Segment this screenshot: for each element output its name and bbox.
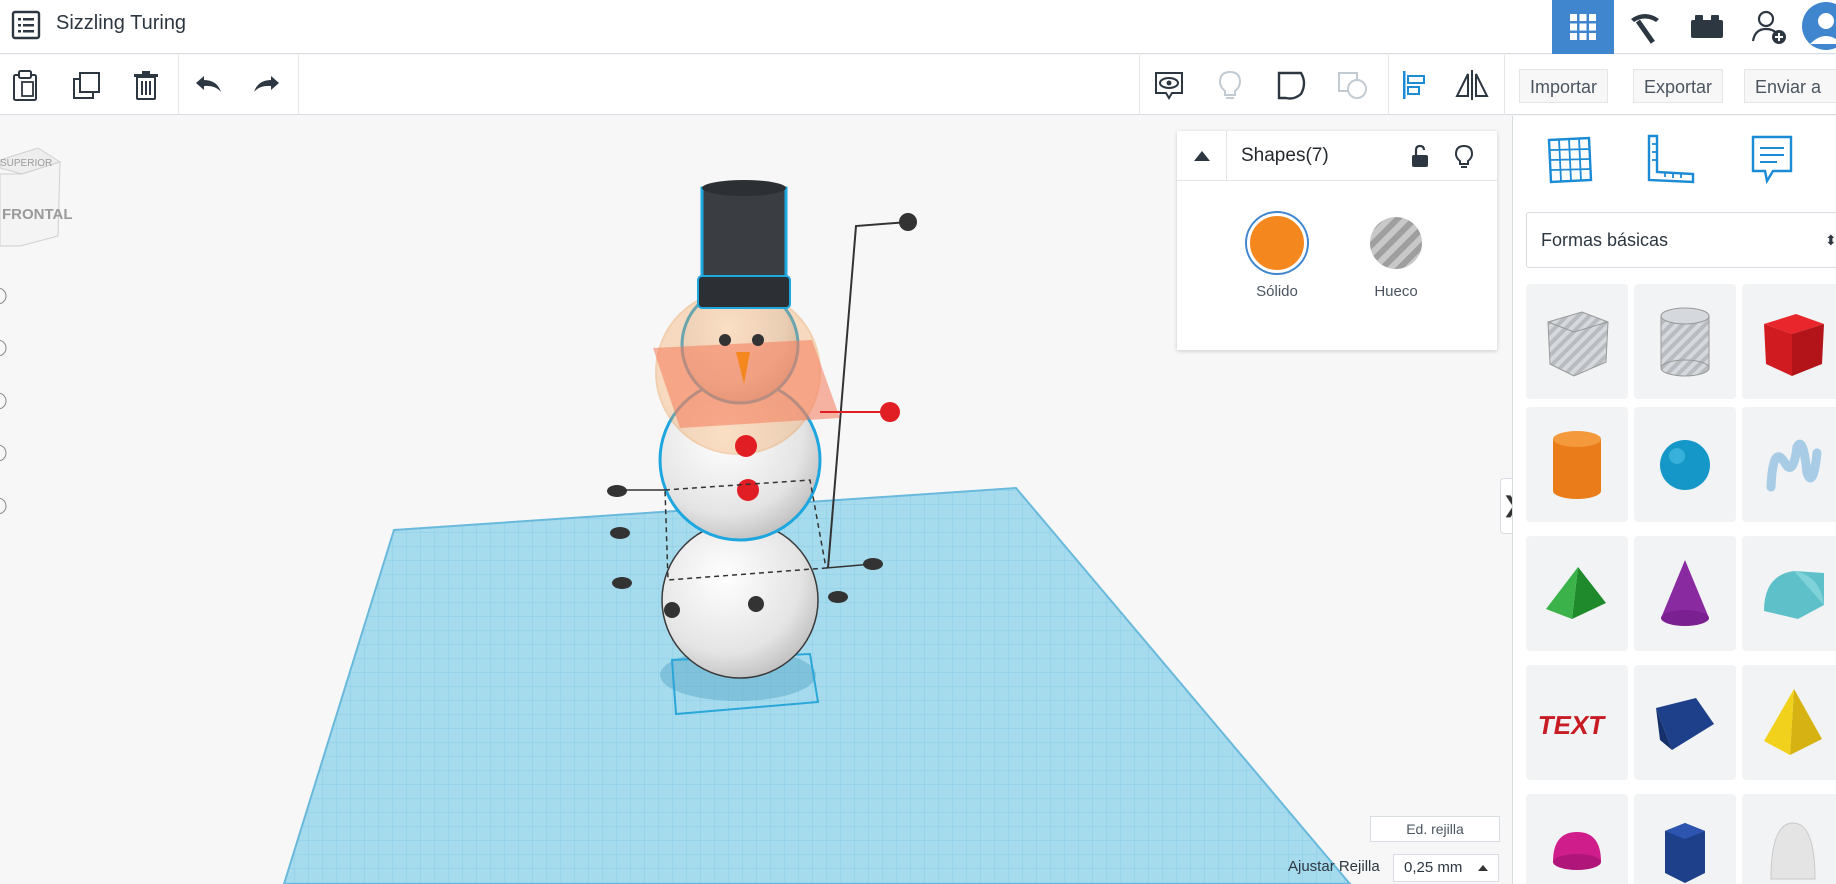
unlock-icon[interactable]: [1409, 144, 1431, 173]
inspector-header: Shapes(7): [1177, 131, 1497, 181]
red-button-top[interactable]: [735, 435, 757, 457]
zoom-out-icon[interactable]: [0, 444, 7, 462]
scale-handle[interactable]: [607, 485, 627, 497]
select-arrows-icon: ⬍: [1825, 232, 1836, 248]
top-hat-brim[interactable]: [697, 275, 791, 309]
shape-tile-cone[interactable]: [1634, 536, 1736, 651]
left-eye[interactable]: [719, 334, 731, 346]
shape-tile-cylinder-hole[interactable]: [1634, 284, 1736, 399]
top-right-actions: [1552, 0, 1836, 54]
pickaxe-icon[interactable]: [1614, 0, 1676, 54]
hole-label: Hueco: [1374, 283, 1418, 300]
toolbar-divider: [1504, 55, 1505, 115]
shape-inspector: Shapes(7) Sólido Hueco: [1177, 131, 1497, 350]
height-handle[interactable]: [880, 402, 900, 422]
shape-tile-scribble[interactable]: [1742, 407, 1836, 522]
delete-icon[interactable]: [126, 65, 166, 105]
shape-tile-box-hole[interactable]: [1526, 284, 1628, 399]
design-title[interactable]: Sizzling Turing: [56, 12, 186, 35]
coal-right[interactable]: [748, 596, 764, 612]
shape-tile-round-roof[interactable]: [1742, 536, 1836, 651]
snap-grid-select[interactable]: 0,25 mm: [1393, 854, 1499, 882]
right-eye[interactable]: [752, 334, 764, 346]
menu-list-icon[interactable]: [10, 9, 42, 41]
shape-tile-box[interactable]: [1742, 284, 1836, 399]
group-shape-icon[interactable]: [1272, 65, 1312, 105]
align-icon[interactable]: [1394, 65, 1434, 105]
edit-grid-button[interactable]: Ed. rejilla: [1370, 816, 1500, 842]
bricks-icon[interactable]: [1676, 0, 1738, 54]
workplane-tool-icon[interactable]: [1540, 130, 1600, 190]
snap-grid-label: Ajustar Rejilla: [1288, 858, 1380, 875]
toolbar-divider: [178, 55, 179, 115]
scale-handle[interactable]: [828, 591, 848, 603]
collapse-inspector-icon[interactable]: [1177, 131, 1227, 181]
svg-text:TEXT: TEXT: [1539, 710, 1607, 740]
shape-category-value: Formas básicas: [1541, 230, 1669, 250]
send-to-button[interactable]: Enviar a: [1744, 69, 1836, 103]
shape-tile-polygon[interactable]: [1634, 794, 1736, 884]
shape-tile-text[interactable]: TEXT: [1526, 665, 1628, 780]
import-button[interactable]: Importar: [1519, 69, 1609, 103]
hole-swatch[interactable]: [1370, 217, 1422, 269]
user-avatar[interactable]: [1800, 0, 1836, 54]
view-cube-top-label: SUPERIOR: [0, 158, 52, 169]
shape-tile-pyramid[interactable]: [1742, 665, 1836, 780]
coal-left[interactable]: [664, 602, 680, 618]
edit-toolbar: Importar Exportar Enviar a: [0, 55, 1836, 115]
toolbar-divider: [1139, 55, 1140, 115]
note-eye-icon[interactable]: [1149, 65, 1189, 105]
view-cube-front-label: FRONTAL: [2, 206, 73, 223]
shape-tile-half-sphere[interactable]: [1526, 794, 1628, 884]
redo-icon[interactable]: [247, 65, 287, 105]
view-cube[interactable]: SUPERIOR FRONTAL: [0, 147, 73, 247]
scale-handle[interactable]: [612, 577, 632, 589]
inspector-title: Shapes(7): [1241, 145, 1329, 166]
grid-view-icon[interactable]: [1552, 0, 1614, 54]
shape-tile-cylinder[interactable]: [1526, 407, 1628, 522]
snap-grid-value: 0,25 mm: [1404, 859, 1463, 876]
shape-tile-wedge[interactable]: [1634, 665, 1736, 780]
ruler-tool-icon[interactable]: [1640, 130, 1700, 190]
undo-icon[interactable]: [188, 65, 228, 105]
top-bar: Sizzling Turing: [0, 0, 1836, 54]
light-bulb-icon[interactable]: [1210, 65, 1250, 105]
solid-label: Sólido: [1256, 283, 1298, 300]
scale-handle[interactable]: [610, 527, 630, 539]
solid-color-swatch[interactable]: [1247, 213, 1307, 273]
mirror-icon[interactable]: [1452, 65, 1492, 105]
shape-category-select[interactable]: Formas básicas ⬍: [1526, 212, 1836, 268]
toolbar-divider: [1388, 55, 1389, 115]
add-user-icon[interactable]: [1738, 0, 1800, 54]
arm-rod-handle[interactable]: [899, 213, 917, 231]
toolbar-divider: [298, 55, 299, 115]
shape-tile-paraboloid[interactable]: [1742, 794, 1836, 884]
duplicate-icon[interactable]: [67, 65, 107, 105]
notes-tool-icon[interactable]: [1742, 130, 1802, 190]
workplane-grid: [284, 488, 1350, 884]
top-hat-body[interactable]: [700, 186, 788, 280]
shape-tile-sphere[interactable]: [1634, 407, 1736, 522]
hide-bulb-icon[interactable]: [1453, 144, 1475, 175]
home-view-icon[interactable]: [0, 287, 7, 305]
caret-up-icon: [1478, 865, 1488, 871]
export-button[interactable]: Exportar: [1633, 69, 1724, 103]
ungroup-icon[interactable]: [1333, 65, 1373, 105]
paste-icon[interactable]: [5, 65, 45, 105]
fit-view-icon[interactable]: [0, 339, 7, 357]
zoom-in-icon[interactable]: [0, 392, 7, 410]
shape-tile-roof[interactable]: [1526, 536, 1628, 651]
ortho-view-icon[interactable]: [0, 497, 7, 515]
shape-library-panel: Formas básicas ⬍ TEXT: [1512, 116, 1836, 884]
bottom-snowball[interactable]: [661, 521, 819, 679]
top-hat-top: [702, 180, 786, 196]
red-button-bottom[interactable]: [737, 479, 759, 501]
